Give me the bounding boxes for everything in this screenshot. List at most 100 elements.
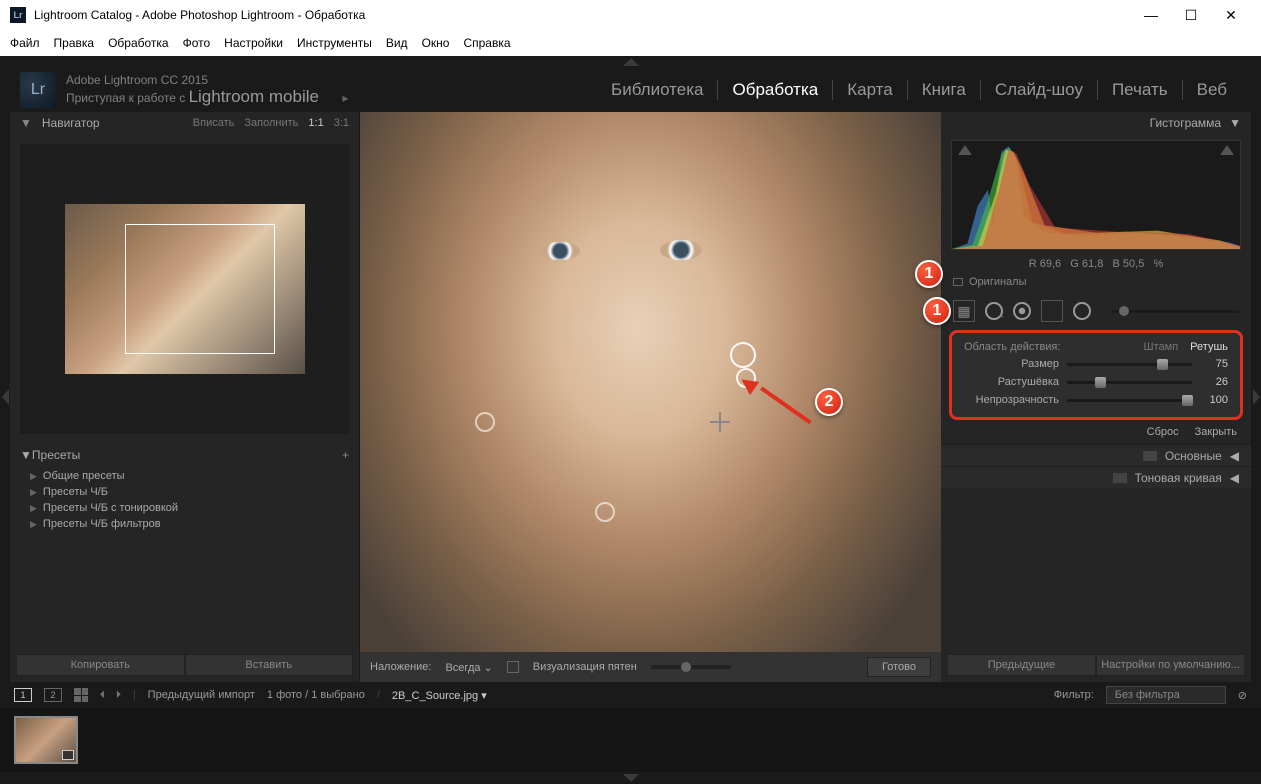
prev-photo-button[interactable]: 🞀: [100, 689, 104, 702]
opacity-slider[interactable]: [1067, 399, 1192, 402]
right-panel-grip[interactable]: [1251, 112, 1261, 682]
chevron-left-icon: ◀: [1230, 471, 1239, 485]
reset-button[interactable]: Сброс: [1147, 426, 1179, 438]
spot-removal-panel: Область действия: Штамп Ретушь Размер 75…: [949, 330, 1243, 420]
module-print[interactable]: Печать: [1098, 80, 1183, 100]
play-icon: ▸: [342, 91, 348, 105]
heal-spot-marker[interactable]: [736, 368, 756, 388]
presets-header[interactable]: ▼ Пресеты +: [10, 444, 359, 466]
navigator-header[interactable]: ▼ Навигатор Вписать Заполнить 1:1 3:1: [10, 112, 359, 134]
reset-defaults-button[interactable]: Настройки по умолчанию...: [1096, 654, 1245, 676]
next-photo-button[interactable]: 🞂: [116, 689, 120, 702]
overlay-dropdown[interactable]: Всегда ⌄: [445, 661, 492, 674]
tonecurve-panel-header[interactable]: Тоновая кривая ◀: [941, 466, 1251, 488]
copy-button[interactable]: Копировать: [16, 654, 185, 676]
close-button[interactable]: ✕: [1211, 1, 1251, 29]
preset-folder[interactable]: ▶Пресеты Ч/Б с тонировкой: [10, 500, 359, 516]
basic-panel-header[interactable]: Основные ◀: [941, 444, 1251, 466]
size-value[interactable]: 75: [1200, 358, 1228, 370]
mobile-sync-label[interactable]: Приступая к работе с Lightroom mobile ▸: [66, 87, 348, 107]
identity-plate: Lr Adobe Lightroom CC 2015 Приступая к р…: [0, 68, 1261, 112]
top-panel-grip[interactable]: [0, 56, 1261, 68]
filter-dropdown[interactable]: Без фильтра: [1106, 686, 1226, 704]
paste-button[interactable]: Вставить: [185, 654, 354, 676]
menu-develop[interactable]: Обработка: [108, 36, 169, 50]
shadow-clipping-icon[interactable]: [958, 145, 972, 155]
heal-spot-marker[interactable]: [730, 342, 756, 368]
opacity-label: Непрозрачность: [964, 394, 1059, 406]
filmstrip-toolbar: 1 2 🞀 🞂 | Предыдущий импорт 1 фото / 1 в…: [0, 682, 1261, 708]
zoom-fill[interactable]: Заполнить: [244, 117, 298, 129]
maximize-button[interactable]: ☐: [1171, 1, 1211, 29]
module-map[interactable]: Карта: [833, 80, 908, 100]
filename-label[interactable]: 2B_C_Source.jpg ▾: [392, 689, 487, 702]
radial-tool-icon[interactable]: [1073, 302, 1091, 320]
tool-amount-slider[interactable]: [1111, 310, 1239, 313]
heal-mode-button[interactable]: Ретушь: [1190, 341, 1228, 353]
preset-folder[interactable]: ▶Пресеты Ч/Б: [10, 484, 359, 500]
area-label: Область действия:: [964, 341, 1144, 353]
menu-help[interactable]: Справка: [463, 36, 510, 50]
module-develop[interactable]: Обработка: [718, 80, 833, 100]
heal-spot-marker[interactable]: [475, 412, 495, 432]
zoom-1-1[interactable]: 1:1: [308, 117, 323, 129]
menu-edit[interactable]: Правка: [54, 36, 95, 50]
chevron-left-icon: ◀: [1230, 449, 1239, 463]
filmstrip-thumbnail[interactable]: [14, 716, 78, 764]
histogram-header[interactable]: Гистограмма ▼: [941, 112, 1251, 134]
feather-value[interactable]: 26: [1200, 376, 1228, 388]
highlight-clipping-icon[interactable]: [1220, 145, 1234, 155]
clone-mode-button[interactable]: Штамп: [1144, 341, 1179, 353]
menu-file[interactable]: Файл: [10, 36, 40, 50]
panel-switch-icon[interactable]: [1113, 473, 1127, 483]
annotation-badge-1: 1: [923, 297, 951, 325]
redeye-tool-icon[interactable]: [1013, 302, 1031, 320]
size-slider[interactable]: [1067, 363, 1192, 366]
menu-window[interactable]: Окно: [422, 36, 450, 50]
grid-view-icon[interactable]: [74, 688, 88, 702]
left-panel: ▼ Навигатор Вписать Заполнить 1:1 3:1 ▼ …: [10, 112, 360, 682]
filmstrip[interactable]: [0, 708, 1261, 772]
preset-folder[interactable]: ▶Общие пресеты: [10, 468, 359, 484]
overlay-label: Наложение:: [370, 661, 431, 673]
add-preset-button[interactable]: +: [342, 448, 349, 462]
filter-label: Фильтр:: [1054, 689, 1094, 701]
chevron-down-icon: ▼: [20, 448, 32, 462]
spot-removal-tool-icon[interactable]: →: [985, 302, 1003, 320]
bottom-panel-grip[interactable]: [0, 772, 1261, 784]
minimize-button[interactable]: —: [1131, 1, 1171, 29]
gradient-tool-icon[interactable]: [1041, 300, 1063, 322]
previous-button[interactable]: Предыдущие: [947, 654, 1096, 676]
module-web[interactable]: Веб: [1183, 80, 1241, 100]
zoom-3-1[interactable]: 3:1: [334, 117, 349, 129]
left-panel-grip[interactable]: [0, 112, 10, 682]
crop-tool-icon[interactable]: ▦: [953, 300, 975, 322]
feather-slider[interactable]: [1067, 381, 1192, 384]
menu-tools[interactable]: Инструменты: [297, 36, 372, 50]
zoom-fit[interactable]: Вписать: [193, 117, 235, 129]
menu-photo[interactable]: Фото: [183, 36, 211, 50]
visualize-spots-checkbox[interactable]: [507, 661, 519, 673]
module-book[interactable]: Книга: [908, 80, 981, 100]
image-viewport: Наложение: Всегда ⌄ Визуализация пятен Г…: [360, 112, 941, 682]
view-mode-1[interactable]: 1: [14, 688, 32, 702]
originals-row[interactable]: Оригиналы: [941, 272, 1251, 292]
source-label[interactable]: Предыдущий импорт: [148, 689, 255, 701]
navigator-viewport[interactable]: [125, 224, 275, 354]
visualize-spots-slider[interactable]: [651, 665, 731, 669]
filter-lock-icon[interactable]: ⊘: [1238, 689, 1247, 702]
menu-view[interactable]: Вид: [386, 36, 408, 50]
menu-settings[interactable]: Настройки: [224, 36, 283, 50]
panel-switch-icon[interactable]: [1143, 451, 1157, 461]
heal-spot-marker[interactable]: [595, 502, 615, 522]
view-mode-2[interactable]: 2: [44, 688, 62, 702]
opacity-value[interactable]: 100: [1200, 394, 1228, 406]
module-library[interactable]: Библиотека: [597, 80, 718, 100]
module-slideshow[interactable]: Слайд-шоу: [981, 80, 1098, 100]
navigator-preview[interactable]: [20, 144, 349, 434]
photo-canvas[interactable]: [360, 112, 941, 652]
close-tool-button[interactable]: Закрыть: [1195, 426, 1237, 438]
done-button[interactable]: Готово: [867, 657, 931, 677]
preset-folder[interactable]: ▶Пресеты Ч/Б фильтров: [10, 516, 359, 532]
histogram[interactable]: [951, 140, 1241, 250]
